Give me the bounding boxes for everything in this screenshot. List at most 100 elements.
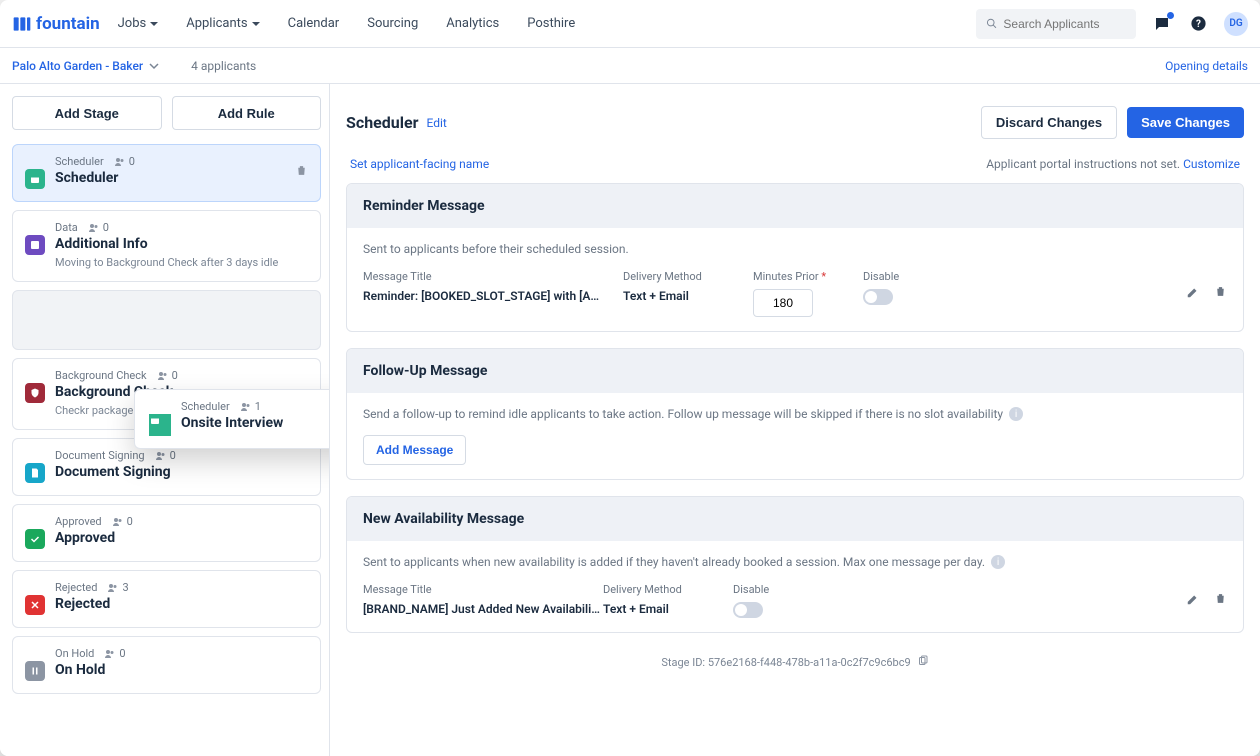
edit-icon[interactable] — [1186, 592, 1200, 609]
stage-title: Document Signing — [55, 464, 308, 480]
col-label: Delivery Method — [603, 583, 713, 596]
stage-people: 3 — [107, 581, 128, 594]
stage-type: On Hold — [55, 647, 94, 660]
col-label: Disable — [863, 270, 899, 283]
stage-type: Scheduler — [181, 400, 230, 413]
main-scroll: Set applicant-facing name Applicant port… — [330, 153, 1260, 756]
page-title: Scheduler — [346, 113, 419, 132]
stage-people: 0 — [157, 369, 178, 382]
top-nav: fountain Jobs Applicants Calendar Sourci… — [0, 0, 1260, 48]
edit-icon[interactable] — [1186, 285, 1200, 302]
reminder-panel: Reminder Message Sent to applicants befo… — [346, 183, 1244, 332]
reminder-actions — [1186, 285, 1227, 302]
stage-subtitle: Moving to Background Check after 3 days … — [55, 256, 308, 269]
stage-title: On Hold — [55, 662, 308, 678]
search-box[interactable] — [976, 9, 1136, 39]
main-header: Scheduler Edit Discard Changes Save Chan… — [330, 84, 1260, 153]
pause-icon — [25, 661, 45, 681]
nav-posthire[interactable]: Posthire — [527, 16, 575, 31]
stage-type: Scheduler — [55, 155, 104, 168]
breadcrumb[interactable]: Palo Alto Garden - Baker — [12, 59, 159, 73]
col-label: Minutes Prior * — [753, 270, 843, 283]
info-icon[interactable]: i — [1009, 407, 1023, 421]
availability-row: Message Title [BRAND_NAME] Just Added Ne… — [363, 583, 1227, 618]
stage-card-approved[interactable]: Approved 0 Approved — [12, 504, 321, 562]
portal-note: Applicant portal instructions not set. C… — [986, 157, 1240, 171]
save-button[interactable]: Save Changes — [1127, 107, 1244, 138]
stages-sidebar: Add Stage Add Rule Scheduler 0 Scheduler — [0, 84, 330, 756]
svg-text:?: ? — [1196, 19, 1201, 30]
delete-icon[interactable] — [1214, 285, 1227, 302]
availability-delivery: Text + Email — [603, 602, 713, 616]
stage-title: Onsite Interview — [181, 415, 330, 431]
brand-text: fountain — [36, 14, 100, 34]
minutes-prior-input[interactable] — [753, 289, 813, 317]
people-icon — [88, 222, 100, 234]
reminder-row: Message Title Reminder: [BOOKED_SLOT_STA… — [363, 270, 1227, 317]
calendar-icon — [149, 414, 171, 436]
sidebar-actions: Add Stage Add Rule — [12, 96, 321, 130]
nav-sourcing[interactable]: Sourcing — [367, 16, 418, 31]
edit-title-link[interactable]: Edit — [427, 116, 447, 130]
availability-disable-toggle[interactable] — [733, 602, 763, 618]
stage-type: Document Signing — [55, 449, 145, 462]
set-applicant-name-link[interactable]: Set applicant-facing name — [350, 157, 489, 171]
nav-jobs[interactable]: Jobs — [118, 16, 159, 31]
search-input[interactable] — [1003, 17, 1126, 31]
delete-stage-icon[interactable] — [295, 164, 308, 181]
stage-type: Approved — [55, 515, 102, 528]
data-icon — [25, 235, 45, 255]
user-avatar[interactable]: DG — [1224, 12, 1248, 36]
nav-applicants[interactable]: Applicants — [186, 16, 259, 31]
add-message-button[interactable]: Add Message — [363, 435, 466, 465]
reminder-head: Reminder Message — [347, 184, 1243, 228]
stage-people: 0 — [114, 155, 135, 168]
customize-link[interactable]: Customize — [1183, 157, 1240, 171]
breadcrumb-label: Palo Alto Garden - Baker — [12, 59, 143, 73]
opening-details-link[interactable]: Opening details — [1165, 59, 1248, 73]
brand-logo[interactable]: fountain — [12, 14, 100, 34]
stage-people: 0 — [112, 515, 133, 528]
availability-desc: Sent to applicants when new availability… — [363, 555, 1227, 569]
chevron-down-icon — [149, 61, 159, 71]
nav-items: Jobs Applicants Calendar Sourcing Analyt… — [118, 16, 576, 31]
add-rule-button[interactable]: Add Rule — [172, 96, 322, 130]
notifications-icon[interactable] — [1152, 14, 1172, 34]
people-icon — [155, 450, 167, 462]
stage-card-additional-info[interactable]: Data 0 Additional Info Moving to Backgro… — [12, 210, 321, 282]
stage-type: Data — [55, 221, 78, 234]
stage-people: 0 — [104, 647, 125, 660]
stage-title: Scheduler — [55, 170, 285, 186]
reminder-disable-toggle[interactable] — [863, 289, 893, 305]
people-icon — [107, 582, 119, 594]
reminder-title: Reminder: [BOOKED_SLOT_STAGE] with [ACC.… — [363, 289, 603, 303]
stage-title: Additional Info — [55, 236, 308, 252]
col-label: Message Title — [363, 583, 603, 596]
stage-card-rejected[interactable]: Rejected 3 Rejected — [12, 570, 321, 628]
stage-drop-placeholder — [12, 290, 321, 350]
stage-id: Stage ID: 576e2168-f448-478b-a11a-0c2f7c… — [346, 649, 1244, 670]
info-icon[interactable]: i — [991, 555, 1005, 569]
stage-card-on-hold[interactable]: On Hold 0 On Hold — [12, 636, 321, 694]
stage-card-scheduler[interactable]: Scheduler 0 Scheduler — [12, 144, 321, 202]
discard-button[interactable]: Discard Changes — [981, 106, 1117, 139]
delete-icon[interactable] — [1214, 592, 1227, 609]
help-icon[interactable]: ? — [1188, 14, 1208, 34]
nav-analytics[interactable]: Analytics — [446, 16, 499, 31]
add-stage-button[interactable]: Add Stage — [12, 96, 162, 130]
stage-title: Approved — [55, 530, 308, 546]
stage-people: 1 — [240, 400, 261, 413]
followup-panel: Follow-Up Message Send a follow-up to re… — [346, 348, 1244, 480]
stage-card-onsite-interview-dragging[interactable]: Scheduler 1 Onsite Interview — [134, 389, 330, 449]
stage-type: Background Check — [55, 369, 147, 382]
col-label: Message Title — [363, 270, 603, 283]
search-icon — [986, 17, 997, 30]
stage-people: 0 — [155, 449, 176, 462]
people-icon — [112, 516, 124, 528]
people-icon — [240, 401, 252, 413]
availability-head: New Availability Message — [347, 497, 1243, 541]
nav-calendar[interactable]: Calendar — [288, 16, 340, 31]
stage-type: Rejected — [55, 581, 97, 594]
followup-desc: Send a follow-up to remind idle applican… — [363, 407, 1227, 421]
copy-icon[interactable] — [917, 655, 929, 670]
